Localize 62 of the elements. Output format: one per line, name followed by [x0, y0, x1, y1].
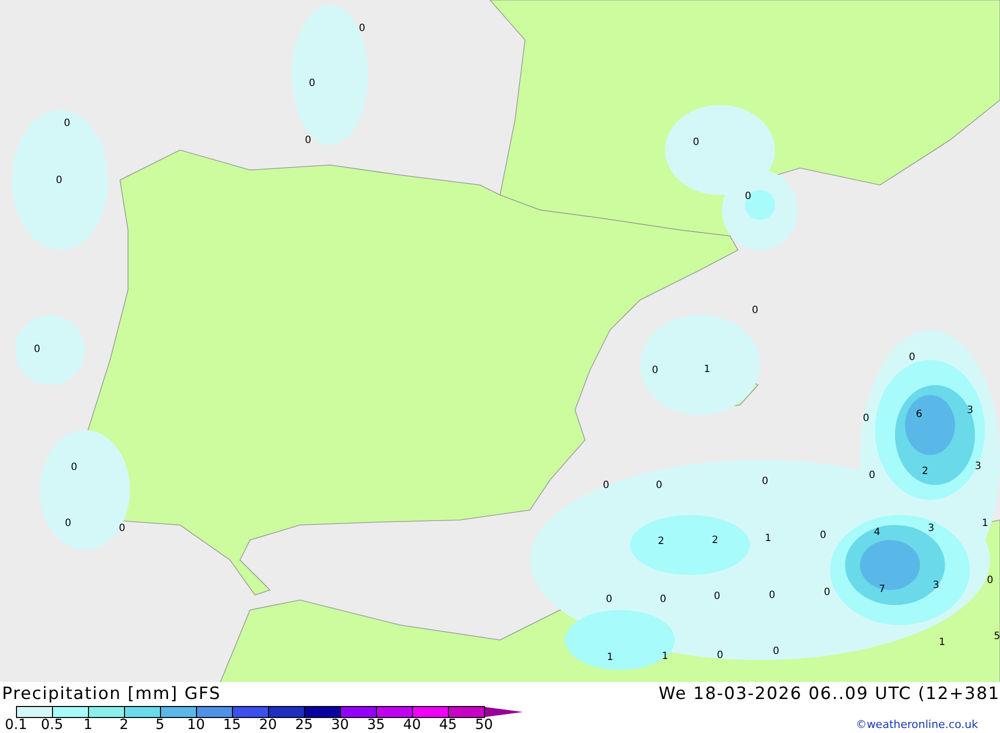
- precipitation-value-label: 1: [606, 653, 614, 663]
- precipitation-value-label: 0: [820, 531, 826, 541]
- precipitation-value-label: 0: [716, 651, 724, 661]
- precipitation-value-label: 0: [304, 136, 312, 146]
- forecast-datetime: We 18-03-2026 06..09 UTC (12+381: [658, 684, 1000, 704]
- precipitation-value-label: 0: [714, 592, 720, 602]
- precipitation-value-label: 4: [874, 528, 880, 538]
- precipitation-value-label: 0: [118, 524, 126, 534]
- precipitation-value-label: 2: [658, 537, 664, 547]
- precipitation-value-label: 0: [862, 414, 870, 424]
- scale-tick-label: 20: [258, 718, 278, 733]
- scale-tick-label: 10: [186, 718, 206, 733]
- precipitation-value-label: 0: [64, 519, 72, 529]
- precipitation-value-label: 1: [938, 638, 946, 648]
- precipitation-value-label: 0: [824, 588, 830, 598]
- precipitation-value-label: 0: [744, 192, 752, 202]
- precipitation-value-label: 7: [878, 585, 886, 595]
- precipitation-value-label: 0: [70, 463, 78, 473]
- precipitation-value-label: 3: [974, 462, 982, 472]
- precipitation-value-label: 0: [358, 24, 366, 34]
- precipitation-value-label: 0: [606, 595, 612, 605]
- precipitation-value-label: 1: [662, 652, 668, 662]
- precipitation-value-label: 0: [692, 138, 700, 148]
- precipitation-value-label: 0: [56, 176, 62, 186]
- scale-tick-label: 40: [402, 718, 422, 733]
- precipitation-value-label: 0: [308, 79, 316, 89]
- precipitation-value-label: 0: [602, 481, 610, 491]
- precipitation-value-label: 0: [64, 119, 70, 129]
- precipitation-value-label: 5: [994, 632, 1000, 642]
- scale-tick-label: 50: [474, 718, 494, 733]
- precipitation-value-label: 0: [908, 353, 916, 363]
- credit-text: ©weatheronline.co.uk: [856, 718, 978, 731]
- precipitation-value-label: 0: [868, 471, 876, 481]
- precipitation-value-label: 3: [966, 406, 974, 416]
- precipitation-value-label: 0: [752, 306, 758, 316]
- scale-tick-label: 30: [330, 718, 350, 733]
- precipitation-value-label: 6: [916, 410, 922, 420]
- precipitation-value-label: 1: [982, 519, 988, 529]
- precipitation-value-label: 0: [34, 345, 40, 355]
- precipitation-value-label: 0: [986, 576, 994, 586]
- precipitation-value-label: 2: [922, 467, 928, 477]
- scale-tick-label: 15: [222, 718, 242, 733]
- map-title: Precipitation [mm] GFS: [2, 684, 221, 704]
- precipitation-value-label: 0: [660, 595, 666, 605]
- scale-tick-label: 2: [118, 718, 130, 733]
- precipitation-value-label: 0: [772, 647, 780, 657]
- scale-tick-label: 35: [366, 718, 386, 733]
- precipitation-value-label: 0: [762, 477, 768, 487]
- precipitation-value-label: 0: [768, 591, 776, 601]
- precipitation-value-label: 3: [932, 581, 940, 591]
- precipitation-value-label: 1: [704, 365, 710, 375]
- scale-tick-label: 45: [438, 718, 458, 733]
- scale-tick-label: 25: [294, 718, 314, 733]
- scale-tick-label: 5: [154, 718, 166, 733]
- precipitation-value-label: 1: [764, 534, 772, 544]
- precipitation-value-label: 0: [652, 366, 658, 376]
- scale-tick-label: 1: [82, 718, 94, 733]
- scale-tick-label: 0.5: [40, 718, 64, 733]
- precipitation-value-label: 2: [712, 536, 718, 546]
- precipitation-value-label: 3: [928, 524, 934, 534]
- precipitation-value-label: 0: [656, 481, 662, 491]
- scale-tick-label: 0.1: [4, 718, 28, 733]
